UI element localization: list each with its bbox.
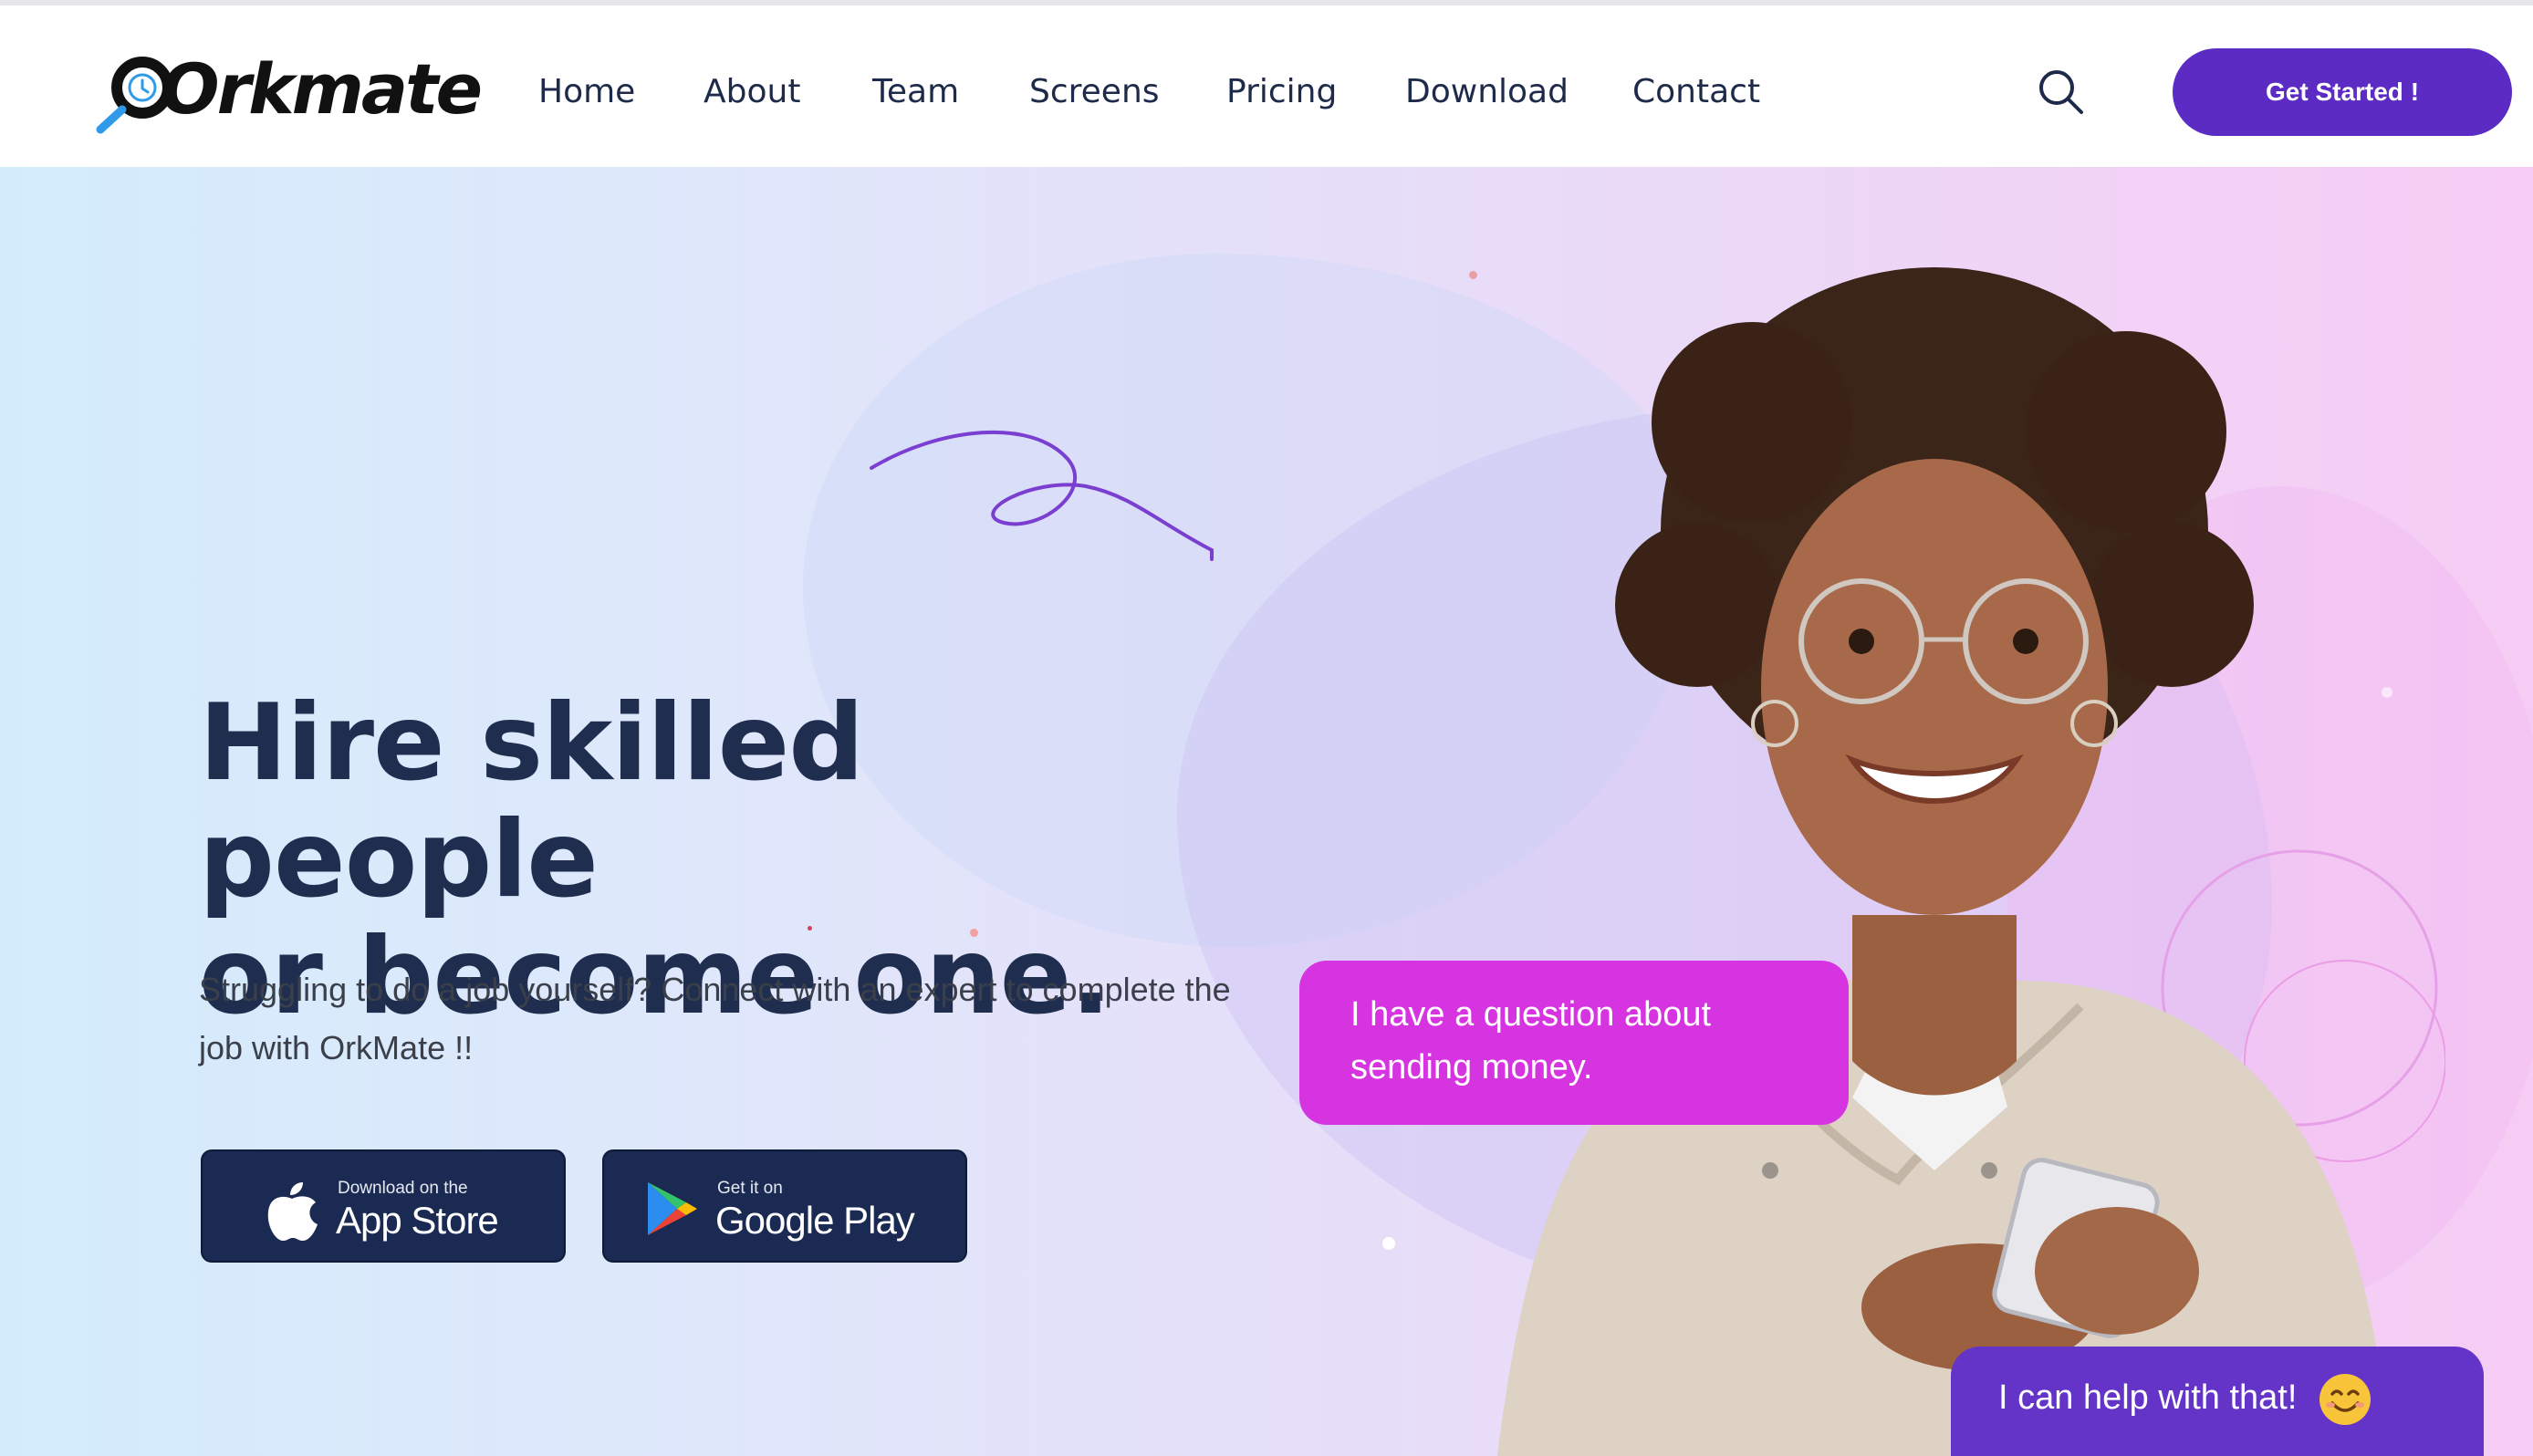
app-store-small-text: Download on the <box>338 1179 468 1198</box>
chat-question-text: I have a question about sending money. <box>1350 995 1712 1087</box>
app-store-button[interactable]: Download on the App Store <box>201 1149 566 1263</box>
nav-about[interactable]: About <box>704 60 800 124</box>
google-play-small-text: Get it on <box>717 1179 783 1198</box>
chat-answer-text: I can help with that! <box>1998 1378 2298 1417</box>
chat-bubble-question: I have a question about sending money. <box>1299 961 1849 1125</box>
site-header: Orkmate Home About Team Screens Pricing … <box>0 5 2533 167</box>
apple-icon <box>267 1182 318 1241</box>
decor-dot <box>1382 1237 1395 1250</box>
chat-bubble-answer: I can help with that! <box>1951 1347 2484 1456</box>
nav-download[interactable]: Download <box>1405 60 1569 124</box>
get-started-button[interactable]: Get Started ! <box>2173 48 2512 136</box>
google-play-button[interactable]: Get it on Google Play <box>602 1149 967 1263</box>
decorative-squiggle <box>870 430 1214 561</box>
woman-with-phone-illustration <box>1496 267 2445 1456</box>
smiling-face-icon <box>2319 1373 2371 1425</box>
nav-contact[interactable]: Contact <box>1632 60 1760 124</box>
headline-line: Hire skilled people <box>199 681 864 921</box>
google-play-icon <box>648 1182 697 1235</box>
hero-section: Hire skilled people or become one. Strug… <box>0 167 2533 1456</box>
google-play-label: Google Play <box>715 1199 915 1242</box>
hero-subtext: Struggling to do a job yourself? Connect… <box>199 971 1231 1066</box>
nav-home[interactable]: Home <box>538 60 635 124</box>
logo[interactable]: Orkmate <box>95 46 483 134</box>
nav-screens[interactable]: Screens <box>1029 60 1160 124</box>
app-store-label: App Store <box>336 1199 499 1242</box>
search-icon[interactable] <box>2035 66 2086 117</box>
nav-team[interactable]: Team <box>872 60 959 124</box>
nav-pricing[interactable]: Pricing <box>1226 60 1337 124</box>
logo-text: Orkmate <box>161 48 483 130</box>
